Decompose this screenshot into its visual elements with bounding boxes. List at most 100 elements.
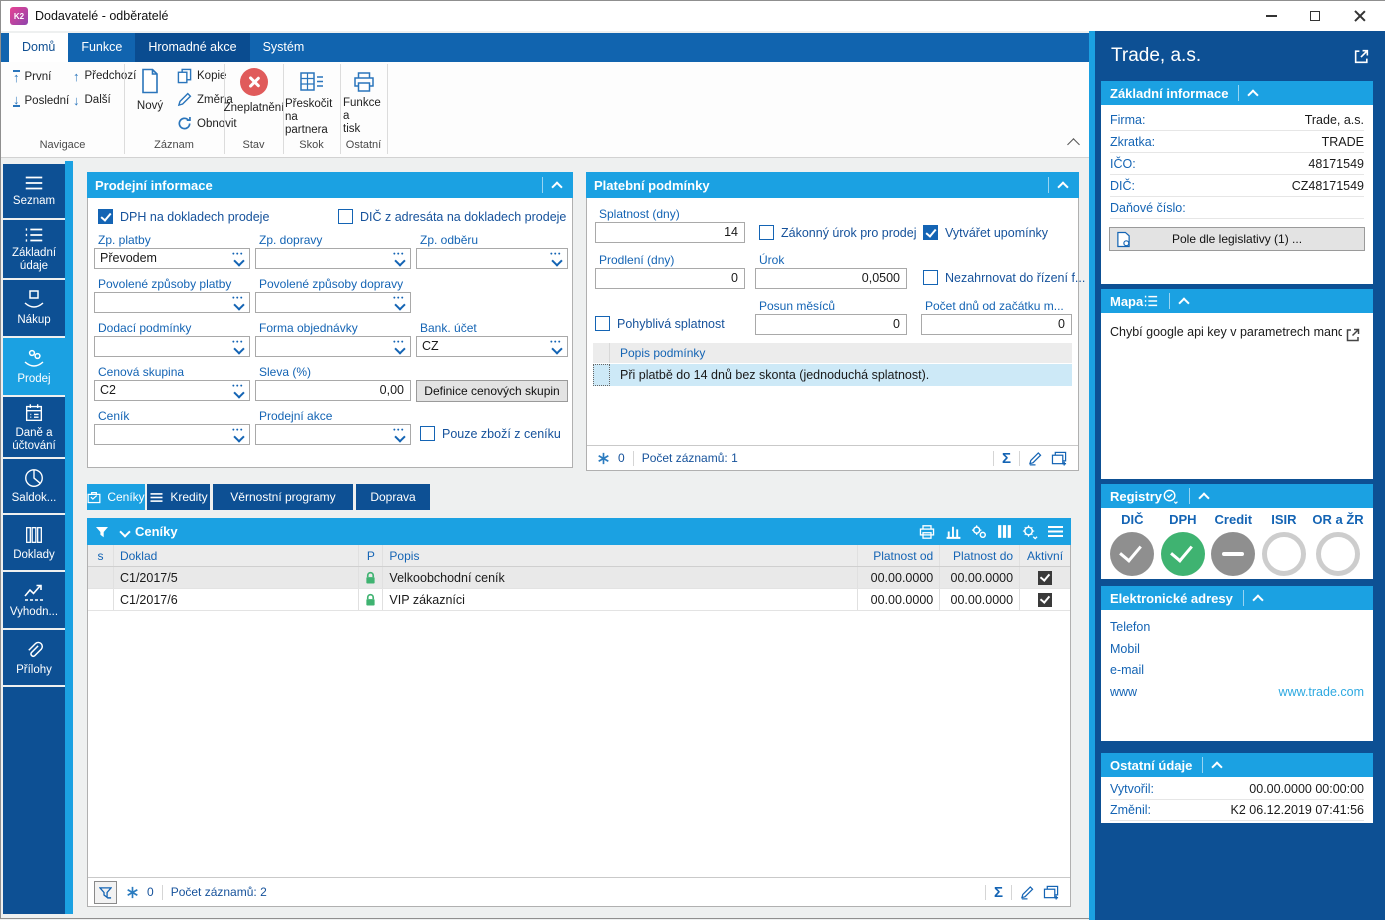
ribbon-tab-hromadne-akce[interactable]: Hromadné akce: [135, 33, 250, 62]
columns-icon[interactable]: [997, 524, 1012, 539]
collapse-panel-icon[interactable]: [1057, 180, 1069, 193]
dph-checkbox[interactable]: [98, 209, 113, 224]
column-doklad[interactable]: Doklad: [114, 545, 360, 566]
registry-dic[interactable]: DIČ: [1110, 512, 1155, 576]
bank-ucet-select[interactable]: CZ: [416, 336, 568, 357]
combo-arrow-icon[interactable]: [550, 251, 564, 267]
minimize-button[interactable]: [1249, 1, 1294, 31]
collapse-ribbon-icon[interactable]: [1067, 138, 1080, 151]
tab-ceniky[interactable]: Ceníky: [87, 484, 145, 510]
www-link[interactable]: www.trade.com: [1279, 685, 1364, 699]
copy-add-icon[interactable]: [1043, 885, 1060, 900]
pouze-zbozi-checkbox[interactable]: [420, 426, 435, 441]
nav-next-button[interactable]: ↓ Další: [73, 94, 111, 107]
aktivni-checkbox[interactable]: [1038, 570, 1053, 585]
pocet-dnu-input[interactable]: 0: [921, 314, 1072, 335]
collapse-section-icon[interactable]: [1198, 491, 1210, 504]
grid-row-selector[interactable]: [593, 364, 610, 386]
nezahrnovat-checkbox[interactable]: [923, 270, 938, 285]
settings-cogs-icon[interactable]: [971, 524, 988, 540]
combo-arrow-icon[interactable]: [393, 295, 407, 311]
column-s[interactable]: s: [88, 545, 114, 566]
splatnost-input[interactable]: 14: [595, 222, 745, 243]
ribbon-tab-funkce[interactable]: Funkce: [68, 33, 135, 62]
sidebar-item-nakup[interactable]: Nákup: [3, 280, 65, 336]
cenik-select[interactable]: [94, 424, 250, 445]
collapse-section-icon[interactable]: [1247, 88, 1260, 101]
zp-odberu-select[interactable]: [416, 248, 568, 269]
collapse-section-icon[interactable]: [1178, 296, 1190, 309]
cenova-skupina-select[interactable]: C2: [94, 380, 250, 401]
copy-add-icon[interactable]: [1051, 451, 1068, 466]
sidebar-item-dane-a-uctovani[interactable]: Daně a účtování: [3, 397, 65, 457]
verify-check-icon[interactable]: [1162, 489, 1179, 504]
maximize-button[interactable]: [1292, 1, 1337, 31]
sum-icon[interactable]: Σ: [1002, 450, 1011, 467]
combo-arrow-icon[interactable]: [393, 251, 407, 267]
combo-arrow-icon[interactable]: [232, 383, 246, 399]
collapse-panel-icon[interactable]: [551, 180, 563, 193]
nav-previous-button[interactable]: ↑ Předchozí: [73, 70, 136, 83]
combo-arrow-icon[interactable]: [232, 251, 246, 267]
collapse-section-icon[interactable]: [1211, 760, 1224, 773]
tab-doprava[interactable]: Doprava: [356, 484, 430, 510]
sum-icon[interactable]: Σ: [994, 884, 1003, 901]
filter-icon[interactable]: [95, 525, 109, 539]
combo-arrow-icon[interactable]: [232, 427, 246, 443]
forma-objednavky-select[interactable]: [255, 336, 411, 357]
sidebar-item-prilohy[interactable]: Přílohy: [3, 630, 65, 685]
sleva-input[interactable]: 0,00: [255, 380, 411, 401]
chart-icon[interactable]: [945, 524, 962, 539]
zp-platby-select[interactable]: Převodem: [94, 248, 250, 269]
prodejni-akce-select[interactable]: [255, 424, 411, 445]
aktivni-checkbox[interactable]: [1038, 592, 1053, 607]
refresh-button[interactable]: Obnovit: [177, 116, 237, 131]
nav-last-button[interactable]: ↓ Poslední: [13, 93, 69, 107]
registry-dph[interactable]: DPH: [1160, 512, 1205, 576]
tab-vernostni-programy[interactable]: Věrnostní programy: [213, 484, 353, 510]
print-icon[interactable]: [918, 524, 936, 540]
combo-arrow-icon[interactable]: [232, 339, 246, 355]
povolene-dopravy-select[interactable]: [255, 292, 411, 313]
open-external-icon[interactable]: [1353, 48, 1370, 65]
vytvaret-upominky-checkbox[interactable]: [923, 225, 938, 240]
column-p[interactable]: P: [359, 545, 384, 566]
map-list-icon[interactable]: [1143, 294, 1159, 308]
nav-first-button[interactable]: ↑ První: [13, 70, 51, 84]
combo-arrow-icon[interactable]: [393, 427, 407, 443]
filter-toggle-button[interactable]: [94, 880, 117, 904]
invalidate-button[interactable]: Zneplatnění: [224, 68, 284, 114]
pohybliva-splatnost-checkbox[interactable]: [595, 316, 610, 331]
copy-button[interactable]: Kopie: [177, 68, 226, 84]
povolene-platby-select[interactable]: [94, 292, 250, 313]
table-row[interactable]: C1/2017/6 VIP zákazníci 00.00.0000 00.00…: [88, 589, 1070, 611]
tab-kredity[interactable]: Kredity: [147, 484, 210, 510]
registry-isir[interactable]: ISIR: [1261, 512, 1306, 576]
column-aktivni[interactable]: Aktivní: [1020, 545, 1070, 566]
table-row[interactable]: C1/2017/5 Velkoobchodní ceník 00.00.0000…: [88, 567, 1070, 589]
dic-adresat-checkbox[interactable]: [338, 209, 353, 224]
ribbon-tab-system[interactable]: Systém: [250, 33, 318, 62]
column-popis[interactable]: Popis: [383, 545, 859, 566]
sidebar-item-zakladni-udaje[interactable]: Základní údaje: [3, 220, 65, 278]
collapse-section-icon[interactable]: [1252, 593, 1264, 606]
combo-arrow-icon[interactable]: [393, 339, 407, 355]
sidebar-item-doklady[interactable]: Doklady: [3, 515, 65, 570]
open-external-icon[interactable]: [1345, 327, 1361, 343]
star-filter-icon[interactable]: [126, 886, 139, 899]
sidebar-item-vyhodnoceni[interactable]: Vyhodn...: [3, 572, 65, 628]
pole-dle-legislativy-button[interactable]: Pole dle legislativy (1) ...: [1109, 227, 1365, 251]
urok-input[interactable]: 0,0500: [755, 268, 907, 289]
edit-pencil-icon[interactable]: [1020, 885, 1035, 900]
zakonny-urok-checkbox[interactable]: [759, 225, 774, 240]
prodleni-input[interactable]: 0: [595, 268, 745, 289]
chevron-down-icon[interactable]: [119, 525, 131, 538]
registry-credit[interactable]: Credit: [1211, 512, 1256, 576]
ribbon-tab-domu[interactable]: Domů: [9, 33, 69, 62]
combo-arrow-icon[interactable]: [232, 295, 246, 311]
table-menu-icon[interactable]: [1048, 526, 1063, 537]
gear-menu-icon[interactable]: [1021, 524, 1038, 540]
star-filter-icon[interactable]: [597, 452, 610, 465]
new-record-button[interactable]: Nový: [129, 68, 171, 112]
sidebar-item-seznam[interactable]: Seznam: [3, 164, 65, 218]
